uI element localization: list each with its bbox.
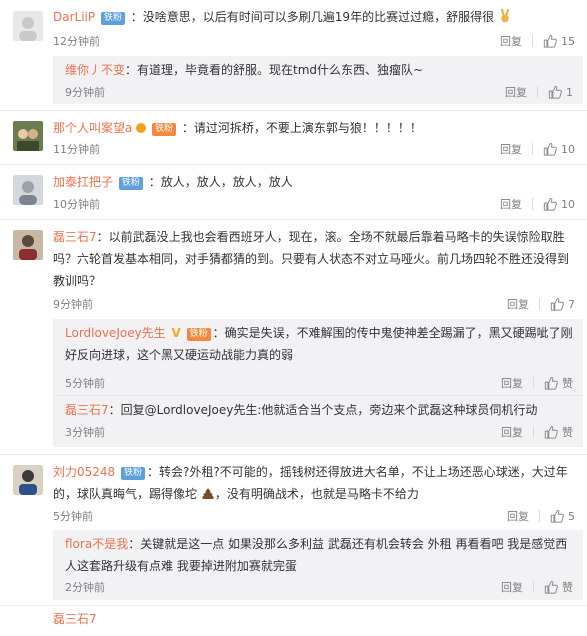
like-count: 10 xyxy=(561,198,575,211)
like-count: 5 xyxy=(568,510,575,523)
fan-badge: 铁粉 xyxy=(100,12,125,25)
comment-text: ：没啥意思，以后有时间可以多刷几遍19年的比赛过过瘾，舒服得很 xyxy=(130,10,495,24)
reply-button[interactable]: 回复 xyxy=(501,426,523,439)
username[interactable]: 那个人叫案望a xyxy=(53,121,132,135)
comment-time: 10分钟前 xyxy=(53,198,100,211)
comment-item: 那个人叫案望a 铁粉 ：请过河拆桥，不要上演东郭与狼！！！！！ 11分钟前 回复… xyxy=(0,111,587,165)
avatar[interactable] xyxy=(13,230,43,260)
reply-item: 维你丿不变：有道理，毕竟看的舒服。现在tmd什么东西、独瘤队~ 9分钟前 回复 1 xyxy=(53,56,583,104)
victory-hand-emoji-icon xyxy=(498,8,512,22)
thumbs-up-icon xyxy=(543,142,557,156)
verified-v-icon: V xyxy=(171,326,181,340)
reply-button[interactable]: 回复 xyxy=(501,377,523,390)
username[interactable]: 磊三石7 xyxy=(53,612,97,626)
poop-emoji-icon xyxy=(201,485,215,499)
comment-time: 9分钟前 xyxy=(53,298,93,311)
username[interactable]: 加泰扛把子 xyxy=(53,175,113,189)
reply-text: ：回复@LordloveJoey先生:他就适合当个支点，旁边来个武磊这种球员伺机… xyxy=(108,403,538,417)
like-button[interactable]: 7 xyxy=(550,298,575,311)
comment-text-continued: ，没有明确战术，也就是马略卡不给力 xyxy=(214,487,419,501)
comment-text: ：请过河拆桥，不要上演东郭与狼！！！！！ xyxy=(181,121,422,135)
avatar[interactable] xyxy=(13,11,43,41)
reply-list: LordloveJoey先生 V 铁粉 ：确实是失误，不难解围的传中鬼使神差全踢漏… xyxy=(53,319,583,447)
thumbs-up-icon xyxy=(543,34,557,48)
like-button[interactable]: 赞 xyxy=(544,426,573,439)
username[interactable]: 磊三石7 xyxy=(53,230,97,244)
reply-time: 9分钟前 xyxy=(65,86,105,99)
comment-time: 11分钟前 xyxy=(53,143,100,156)
like-button[interactable]: 赞 xyxy=(544,377,573,390)
reply-item: 磊三石7：回复@LordloveJoey先生:他就适合当个支点，旁边来个武磊这种… xyxy=(53,396,583,448)
username[interactable]: 磊三石7 xyxy=(65,403,109,417)
comment-item-partial: 磊三石7 xyxy=(0,606,587,636)
fan-badge: 铁粉 xyxy=(186,328,211,341)
reply-button[interactable]: 回复 xyxy=(501,581,523,594)
comment-item: DarLiiP 铁粉 ：没啥意思，以后有时间可以多刷几遍19年的比赛过过瘾，舒服… xyxy=(0,0,587,111)
fan-badge: 铁粉 xyxy=(121,467,146,480)
like-button[interactable]: 15 xyxy=(543,35,575,48)
thumbs-up-icon xyxy=(548,85,562,99)
reply-item: flora不是我：关键就是这一点 如果没那么多利益 武磊还有机会转会 外租 再看… xyxy=(53,530,583,600)
like-label: 赞 xyxy=(562,426,573,439)
thumbs-up-icon xyxy=(544,580,558,594)
avatar[interactable] xyxy=(13,465,43,495)
comment-time: 5分钟前 xyxy=(53,510,93,523)
reply-button[interactable]: 回复 xyxy=(500,143,522,156)
like-button[interactable]: 10 xyxy=(543,143,575,156)
medal-icon xyxy=(136,123,147,133)
fan-badge: 铁粉 xyxy=(118,177,143,190)
thumbs-up-icon xyxy=(550,297,564,311)
comment-item: 磊三石7：以前武磊没上我也会看西班牙人，现在，滚。全场不就最后靠着马略卡的失误惊… xyxy=(0,220,587,455)
avatar[interactable] xyxy=(13,175,43,205)
reply-list: 维你丿不变：有道理，毕竟看的舒服。现在tmd什么东西、独瘤队~ 9分钟前 回复 1 xyxy=(53,56,583,104)
username[interactable]: flora不是我 xyxy=(65,537,128,551)
like-count: 10 xyxy=(561,143,575,156)
like-button[interactable]: 5 xyxy=(550,510,575,523)
like-count: 1 xyxy=(566,86,573,99)
comment-text: ：放人，放人，放人，放人 xyxy=(148,175,293,189)
reply-text: ：关键就是这一点 如果没那么多利益 武磊还有机会转会 外租 再看看吧 我是感觉西… xyxy=(65,537,568,573)
like-button[interactable]: 赞 xyxy=(544,581,573,594)
reply-time: 2分钟前 xyxy=(65,581,105,594)
comment-item: 加泰扛把子 铁粉 ：放人，放人，放人，放人 10分钟前 回复 10 xyxy=(0,165,587,220)
reply-list: flora不是我：关键就是这一点 如果没那么多利益 武磊还有机会转会 外租 再看… xyxy=(53,530,583,600)
like-label: 赞 xyxy=(562,377,573,390)
reply-button[interactable]: 回复 xyxy=(507,298,529,311)
username[interactable]: 刘力05248 xyxy=(53,465,115,479)
thumbs-up-icon xyxy=(550,509,564,523)
comment-text: ：以前武磊没上我也会看西班牙人，现在，滚。全场不就最后靠着马略卡的失误惊险取胜吗… xyxy=(53,230,570,288)
username[interactable]: LordloveJoey先生 xyxy=(65,326,166,340)
reply-button[interactable]: 回复 xyxy=(500,35,522,48)
username[interactable]: 维你丿不变 xyxy=(65,63,125,77)
comment-item: 刘力05248 铁粉 ：转会?外租?不可能的，摇钱树还得放进大名单，不让上场还恶心… xyxy=(0,455,587,606)
like-count: 15 xyxy=(561,35,575,48)
reply-button[interactable]: 回复 xyxy=(500,198,522,211)
thumbs-up-icon xyxy=(543,197,557,211)
like-button[interactable]: 10 xyxy=(543,198,575,211)
like-label: 赞 xyxy=(562,581,573,594)
avatar[interactable] xyxy=(13,121,43,151)
thumbs-up-icon xyxy=(544,376,558,390)
reply-button[interactable]: 回复 xyxy=(507,510,529,523)
like-count: 7 xyxy=(568,298,575,311)
reply-time: 5分钟前 xyxy=(65,377,105,390)
reply-button[interactable]: 回复 xyxy=(505,86,527,99)
like-button[interactable]: 1 xyxy=(548,86,573,99)
reply-item: LordloveJoey先生 V 铁粉 ：确实是失误，不难解围的传中鬼使神差全踢漏… xyxy=(53,319,583,396)
username[interactable]: DarLiiP xyxy=(53,10,95,24)
reply-time: 3分钟前 xyxy=(65,426,105,439)
comment-time: 12分钟前 xyxy=(53,35,100,48)
fan-badge: 铁粉 xyxy=(152,123,177,136)
thumbs-up-icon xyxy=(544,425,558,439)
reply-text: ：有道理，毕竟看的舒服。现在tmd什么东西、独瘤队~ xyxy=(125,63,424,77)
